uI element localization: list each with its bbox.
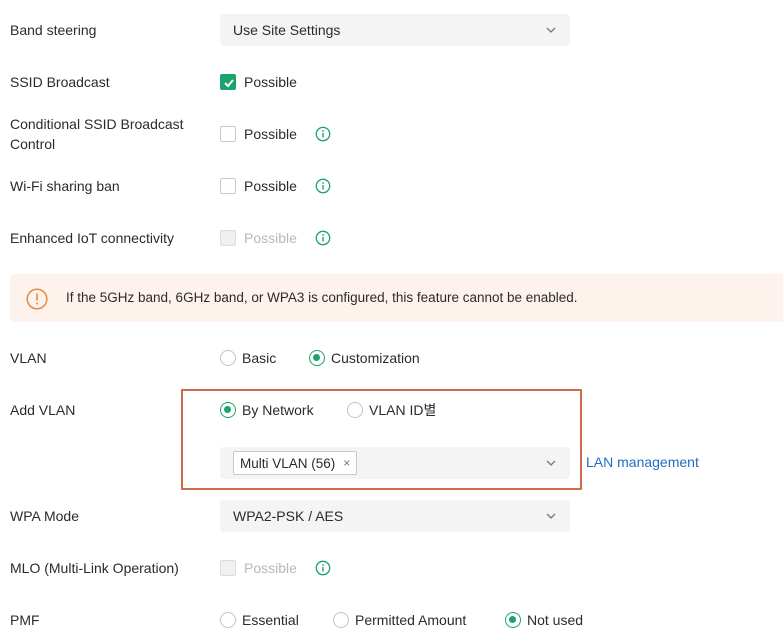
ssid-broadcast-option: Possible — [244, 74, 297, 90]
chevron-down-icon — [546, 27, 556, 33]
conditional-ssid-option: Possible — [244, 126, 297, 142]
warning-icon — [26, 288, 48, 310]
add-vlan-label: Add VLAN — [10, 402, 76, 418]
wpa-mode-select[interactable]: WPA2-PSK / AES — [220, 500, 570, 532]
band-steering-select[interactable]: Use Site Settings — [220, 14, 570, 46]
mlo-label: MLO (Multi-Link Operation) — [10, 560, 179, 576]
pmf-label: PMF — [10, 612, 40, 628]
pmf-not-used-radio[interactable] — [505, 612, 521, 628]
vlan-basic-radio[interactable] — [220, 350, 236, 366]
vlan-id-radio[interactable] — [347, 402, 363, 418]
info-icon[interactable] — [315, 126, 331, 142]
lan-management-link[interactable]: LAN management — [586, 452, 699, 472]
ssid-broadcast-checkbox[interactable] — [220, 74, 236, 90]
vlan-customization-label: Customization — [331, 350, 420, 366]
notice-text: If the 5GHz band, 6GHz band, or WPA3 is … — [66, 290, 578, 305]
remove-tag-icon[interactable]: × — [343, 456, 350, 470]
ssid-broadcast-label: SSID Broadcast — [10, 74, 110, 90]
vlan-label: VLAN — [10, 350, 47, 366]
checkmark-icon — [224, 79, 234, 88]
wifi-sharing-ban-label: Wi-Fi sharing ban — [10, 178, 120, 194]
vlan-id-label: VLAN ID별 — [369, 402, 437, 418]
pmf-essential-label: Essential — [242, 612, 299, 628]
wpa-mode-label: WPA Mode — [10, 508, 79, 524]
info-icon[interactable] — [315, 560, 331, 576]
wifi-sharing-ban-checkbox[interactable] — [220, 178, 236, 194]
wpa-mode-value: WPA2-PSK / AES — [233, 508, 344, 524]
pmf-permitted-label: Permitted Amount — [355, 612, 467, 628]
mlo-option: Possible — [244, 560, 297, 576]
vlan-tag-label: Multi VLAN (56) — [240, 455, 336, 471]
pmf-essential-radio[interactable] — [220, 612, 236, 628]
enhanced-iot-checkbox — [220, 230, 236, 246]
info-icon[interactable] — [315, 178, 331, 194]
band-steering-value: Use Site Settings — [233, 22, 341, 38]
wifi-sharing-ban-option: Possible — [244, 178, 297, 194]
vlan-tag: Multi VLAN (56) × — [233, 451, 358, 475]
chevron-down-icon — [546, 460, 556, 466]
info-icon[interactable] — [315, 230, 331, 246]
mlo-checkbox — [220, 560, 236, 576]
pmf-not-used-label: Not used — [527, 612, 584, 628]
warning-notice: If the 5GHz band, 6GHz band, or WPA3 is … — [10, 274, 783, 322]
vlan-basic-label: Basic — [242, 350, 277, 366]
band-steering-label: Band steering — [10, 22, 97, 38]
enhanced-iot-label: Enhanced IoT connectivity — [10, 230, 174, 246]
by-network-radio[interactable] — [220, 402, 236, 418]
conditional-ssid-label-line1: Conditional SSID Broadcast — [10, 116, 184, 132]
by-network-label: By Network — [242, 402, 314, 418]
pmf-permitted-radio[interactable] — [333, 612, 349, 628]
enhanced-iot-option: Possible — [244, 230, 297, 246]
chevron-down-icon — [546, 513, 556, 519]
vlan-customization-radio[interactable] — [309, 350, 325, 366]
conditional-ssid-checkbox[interactable] — [220, 126, 236, 142]
conditional-ssid-label-line2: Control — [10, 136, 56, 152]
